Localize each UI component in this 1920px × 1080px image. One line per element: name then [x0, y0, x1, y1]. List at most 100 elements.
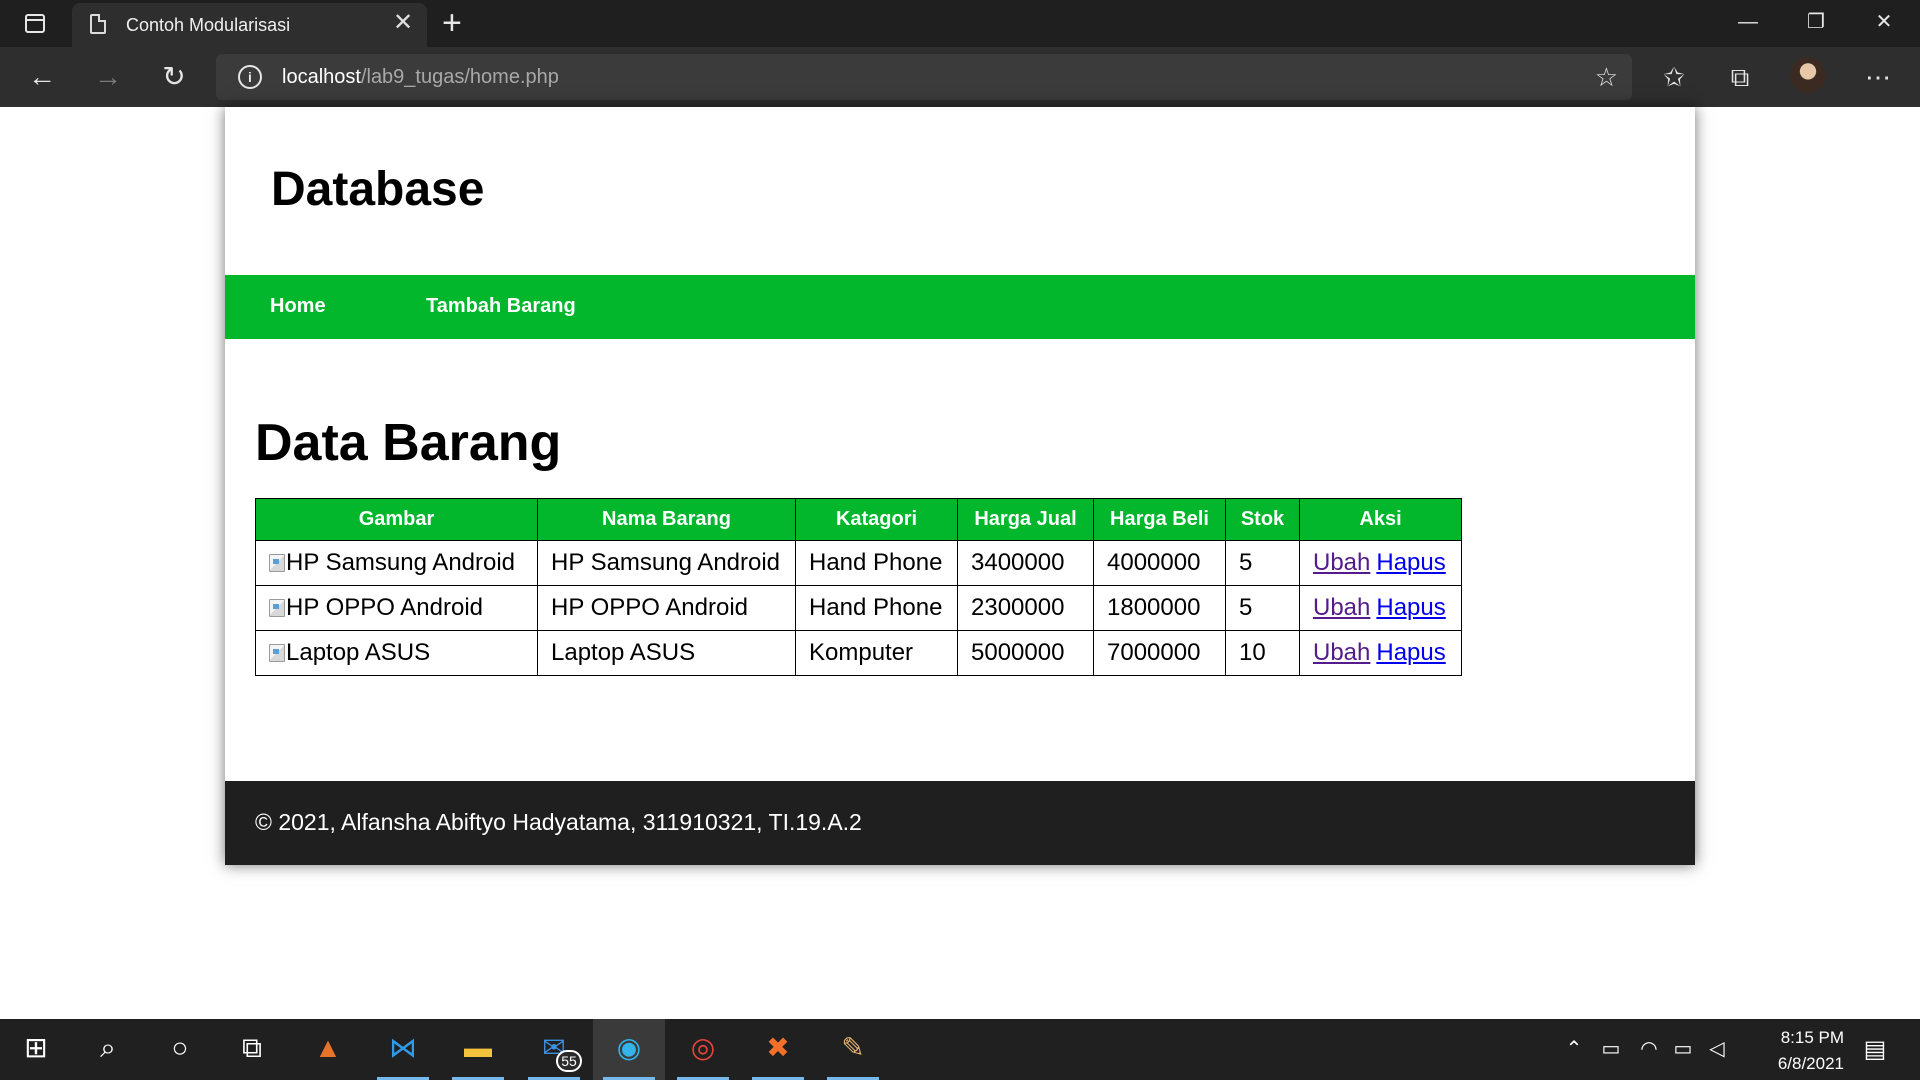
- search-icon[interactable]: ⌕: [72, 1019, 144, 1080]
- broken-image-icon: [269, 599, 285, 617]
- ubah-link[interactable]: Ubah: [1313, 639, 1370, 666]
- table-row: HP Samsung Android HP Samsung Android Ha…: [255, 540, 1462, 586]
- file-explorer-icon[interactable]: ▬: [442, 1019, 514, 1080]
- col-harga-jual-header: Harga Jual: [957, 498, 1094, 541]
- page-viewport: Database Home Tambah Barang Data Barang …: [0, 107, 1920, 1019]
- browser-tab[interactable]: Contoh Modularisasi ✕: [72, 3, 427, 47]
- stok-cell: 10: [1225, 630, 1300, 676]
- url-text[interactable]: localhost/lab9_tugas/home.php: [282, 66, 559, 89]
- broken-image-icon: [269, 644, 285, 662]
- vscode-icon[interactable]: ⋈: [367, 1019, 439, 1080]
- table-header-row: Gambar Nama Barang Katagori Harga Jual H…: [255, 498, 1462, 541]
- browser-tab-bar: Contoh Modularisasi ✕ + — ❐ ✕: [0, 0, 1920, 47]
- harga-jual-cell: 3400000: [957, 540, 1094, 586]
- col-harga-beli-header: Harga Beli: [1093, 498, 1226, 541]
- task-view-icon[interactable]: ⧉: [216, 1019, 288, 1080]
- site-header: Database: [225, 107, 1695, 275]
- col-kategori-header: Katagori: [795, 498, 958, 541]
- favorites-icon[interactable]: ✩: [1654, 59, 1694, 95]
- nama-cell: HP OPPO Android: [537, 585, 796, 631]
- page-container: Database Home Tambah Barang Data Barang …: [225, 107, 1695, 865]
- kategori-cell: Hand Phone: [795, 540, 958, 586]
- show-hidden-icons-icon[interactable]: ⌃: [1560, 1019, 1588, 1080]
- new-tab-icon[interactable]: +: [442, 6, 462, 40]
- page-heading: Data Barang: [255, 414, 562, 472]
- profile-avatar[interactable]: [1790, 57, 1826, 93]
- matlab-icon[interactable]: ▲: [292, 1019, 364, 1080]
- page-icon: [90, 14, 106, 34]
- hapus-link[interactable]: Hapus: [1376, 549, 1445, 576]
- address-bar[interactable]: i localhost/lab9_tugas/home.php ☆: [216, 54, 1632, 100]
- aksi-cell: Ubah Hapus: [1299, 630, 1462, 676]
- aksi-cell: Ubah Hapus: [1299, 540, 1462, 586]
- hapus-link[interactable]: Hapus: [1376, 594, 1445, 621]
- clock-time: 8:15 PM: [1780, 1028, 1844, 1047]
- meet-now-icon[interactable]: ▭: [1596, 1019, 1626, 1080]
- ubah-link[interactable]: Ubah: [1313, 594, 1370, 621]
- windows-taskbar: ⊞ ⌕ ○ ⧉ ▲ ⋈ ▬ ✉ 55 ◉ ◎ ✖ ✎ ⌃ ▭ ◠ ▭ ◁ 8:15…: [0, 1019, 1920, 1080]
- system-clock[interactable]: 8:15 PM 6/8/2021: [1734, 1025, 1844, 1077]
- data-table: Gambar Nama Barang Katagori Harga Jual H…: [255, 498, 1462, 676]
- xampp-icon[interactable]: ✖: [742, 1019, 814, 1080]
- hapus-link[interactable]: Hapus: [1376, 639, 1445, 666]
- nama-cell: HP Samsung Android: [537, 540, 796, 586]
- window-close-icon[interactable]: ✕: [1850, 0, 1918, 47]
- info-icon[interactable]: i: [238, 65, 262, 89]
- mail-icon[interactable]: ✉ 55: [518, 1019, 590, 1080]
- harga-jual-cell: 5000000: [957, 630, 1094, 676]
- nav-home-link[interactable]: Home: [270, 295, 326, 318]
- wifi-icon[interactable]: ◠: [1634, 1019, 1664, 1080]
- windows-start-icon[interactable]: ⊞: [0, 1019, 72, 1080]
- table-row: Laptop ASUS Laptop ASUS Komputer 5000000…: [255, 630, 1462, 676]
- collections-icon[interactable]: ⧉: [1720, 59, 1760, 95]
- browser-toolbar: ← → ↻ i localhost/lab9_tugas/home.php ☆ …: [0, 47, 1920, 107]
- site-nav: Home Tambah Barang: [225, 275, 1695, 339]
- harga-beli-cell: 4000000: [1093, 540, 1226, 586]
- image-alt-text: Laptop ASUS: [286, 639, 431, 666]
- ubah-link[interactable]: Ubah: [1313, 549, 1370, 576]
- site-footer: © 2021, Alfansha Abiftyo Hadyatama, 3119…: [225, 781, 1695, 865]
- main-content: Data Barang Gambar Nama Barang Katagori …: [255, 413, 1665, 676]
- stok-cell: 5: [1225, 540, 1300, 586]
- more-icon[interactable]: ⋯: [1858, 59, 1898, 95]
- product-image-cell: HP OPPO Android: [255, 585, 538, 631]
- tab-actions-icon[interactable]: [20, 12, 50, 36]
- harga-beli-cell: 1800000: [1093, 585, 1226, 631]
- forward-icon[interactable]: →: [88, 59, 128, 95]
- battery-icon[interactable]: ▭: [1668, 1019, 1698, 1080]
- col-aksi-header: Aksi: [1299, 498, 1462, 541]
- col-nama-header: Nama Barang: [537, 498, 796, 541]
- image-alt-text: HP OPPO Android: [286, 594, 483, 621]
- footer-text: © 2021, Alfansha Abiftyo Hadyatama, 3119…: [255, 809, 862, 835]
- aksi-cell: Ubah Hapus: [1299, 585, 1462, 631]
- broken-image-icon: [269, 554, 285, 572]
- minimize-icon[interactable]: —: [1714, 0, 1782, 47]
- chrome-icon[interactable]: ◎: [667, 1019, 739, 1080]
- nav-tambah-barang-link[interactable]: Tambah Barang: [426, 295, 576, 318]
- back-icon[interactable]: ←: [22, 59, 62, 95]
- restore-icon[interactable]: ❐: [1782, 0, 1850, 47]
- add-favorite-icon[interactable]: ☆: [1595, 62, 1618, 92]
- table-row: HP OPPO Android HP OPPO Android Hand Pho…: [255, 585, 1462, 631]
- kategori-cell: Komputer: [795, 630, 958, 676]
- paint-icon[interactable]: ✎: [817, 1019, 889, 1080]
- mail-badge: 55: [556, 1050, 582, 1072]
- notification-center-icon[interactable]: ▤: [1850, 1019, 1900, 1080]
- nama-cell: Laptop ASUS: [537, 630, 796, 676]
- col-stok-header: Stok: [1225, 498, 1300, 541]
- volume-icon[interactable]: ◁: [1702, 1019, 1732, 1080]
- cortana-icon[interactable]: ○: [144, 1019, 216, 1080]
- tab-title: Contoh Modularisasi: [126, 15, 291, 35]
- refresh-icon[interactable]: ↻: [154, 59, 194, 95]
- clock-date: 6/8/2021: [1777, 1054, 1844, 1073]
- harga-beli-cell: 7000000: [1093, 630, 1226, 676]
- product-image-cell: Laptop ASUS: [255, 630, 538, 676]
- image-alt-text: HP Samsung Android: [286, 549, 516, 576]
- tab-close-icon[interactable]: ✕: [391, 11, 415, 35]
- edge-icon[interactable]: ◉: [593, 1019, 665, 1080]
- site-title: Database: [271, 163, 485, 216]
- col-gambar-header: Gambar: [255, 498, 538, 541]
- stok-cell: 5: [1225, 585, 1300, 631]
- kategori-cell: Hand Phone: [795, 585, 958, 631]
- harga-jual-cell: 2300000: [957, 585, 1094, 631]
